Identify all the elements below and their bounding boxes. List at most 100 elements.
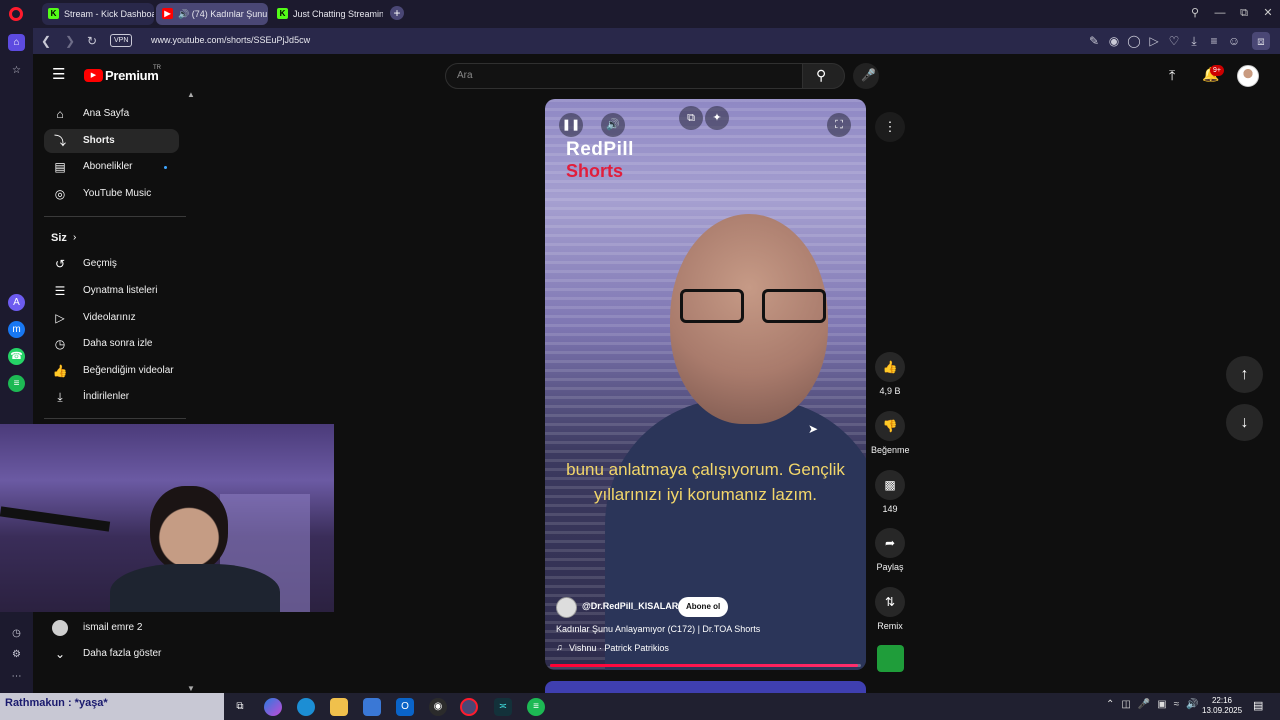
logo-country-code: TR [153, 65, 161, 71]
sidebar-item-playlists[interactable]: ☰ Oynatma listeleri [44, 279, 179, 303]
settings-icon[interactable]: ⚙ [8, 646, 25, 663]
more-options-icon[interactable]: ⋮ [875, 112, 905, 142]
sidebar-item-subscriptions[interactable]: ▤ Abonelikler [44, 155, 179, 179]
opera-taskbar-icon[interactable] [460, 698, 478, 716]
reload-icon[interactable]: ↻ [83, 32, 101, 50]
pause-button[interactable]: ❚❚ [559, 113, 583, 137]
forward-icon[interactable]: ❯ [61, 32, 79, 50]
vpn-badge[interactable]: VPN [110, 34, 133, 47]
minimize-icon[interactable]: — [1210, 4, 1230, 22]
upload-icon[interactable]: ⤒ [1169, 67, 1175, 84]
watch-later-icon: ◷ [54, 337, 66, 351]
back-icon[interactable]: ❮ [37, 32, 55, 50]
next-short-preview[interactable] [545, 681, 866, 693]
miniplayer-button[interactable]: ⧉ [679, 106, 703, 130]
sidebar-item-liked-videos[interactable]: 👍 Beğendiğim videolar [44, 359, 179, 383]
history-clock-icon[interactable]: ◷ [8, 625, 25, 642]
sidebar-show-more[interactable]: ⌄ Daha fazla göster [44, 642, 179, 666]
sidebar-scroll-up-icon[interactable]: ▲ [187, 90, 195, 99]
chat-message: Rathmakun : *yaşa* [5, 697, 108, 709]
outlook-icon[interactable]: O [396, 698, 414, 716]
copilot-icon[interactable] [264, 698, 282, 716]
messenger-icon[interactable]: m [8, 321, 25, 338]
thumbs-up-icon: 👍 [875, 352, 905, 382]
youtube-music-icon: ◎ [54, 187, 66, 201]
next-short-button[interactable]: ↓ [1226, 404, 1263, 441]
voice-search-button[interactable]: 🎤 [853, 63, 879, 89]
task-view-icon[interactable]: ⧉ [231, 698, 249, 716]
sidebar-item-your-videos[interactable]: ▷ Videolarınız [44, 306, 179, 330]
camera-icon[interactable]: ◉ [1105, 32, 1123, 50]
tab-kick-dashboard[interactable]: K Stream - Kick Dashboard [42, 3, 154, 25]
spotify-taskbar-icon[interactable]: ≡ [527, 698, 545, 716]
sidebar-you-header[interactable]: Siz › [44, 226, 179, 250]
channel-avatar[interactable] [556, 597, 577, 618]
tab-just-chatting[interactable]: K Just Chatting Streaming - [271, 3, 383, 25]
volume-button[interactable]: 🔊 [601, 113, 625, 137]
subscribe-button[interactable]: Abone ol [678, 597, 729, 617]
file-explorer-icon[interactable] [330, 698, 348, 716]
url-field[interactable]: VPN www.youtube.com/shorts/SSEuPjJd5cw [110, 31, 1203, 51]
short-video-player[interactable]: RedPill Shorts ❚❚ 🔊 ⧉ ✦ ⛶ bunu anlatmaya… [545, 99, 866, 670]
comments-button[interactable]: ▩ 149 [871, 470, 909, 514]
edit-icon[interactable]: ✎ [1085, 32, 1103, 50]
search-input[interactable]: Ara [445, 63, 803, 89]
notification-center-icon[interactable]: ▤ [1253, 699, 1263, 712]
short-title[interactable]: Kadınlar Şunu Anlayamıyor (C172) | Dr.TO… [556, 624, 760, 634]
heart-icon[interactable]: ♡ [1165, 32, 1183, 50]
ai-sparkle-button[interactable]: ✦ [705, 106, 729, 130]
home-icon[interactable]: ⌂ [8, 34, 25, 51]
opera-logo-icon[interactable] [9, 7, 23, 21]
play-icon[interactable]: ▷ [1145, 32, 1163, 50]
spotify-icon[interactable]: ≡ [8, 375, 25, 392]
url-text: www.youtube.com/shorts/SSEuPjJd5cw [151, 35, 311, 45]
share-button[interactable]: ➦ Paylaş [871, 528, 909, 572]
shield-icon[interactable]: ◯ [1125, 32, 1143, 50]
remix-icon: ⇅ [875, 587, 905, 617]
edge-icon[interactable] [297, 698, 315, 716]
sidebar-item-youtube-music[interactable]: ◎ YouTube Music [44, 182, 179, 206]
tab-youtube-short[interactable]: ▶ 🔊 (74) Kadınlar Şunu Ar [156, 3, 268, 25]
sound-thumbnail[interactable] [877, 645, 904, 672]
subscriptions-icon: ▤ [54, 160, 66, 174]
extensions-icon[interactable]: ⧈ [1252, 32, 1270, 50]
app-icon[interactable]: ≍ [494, 698, 512, 716]
music-track[interactable]: Vishnu · Patrick Patrikios [569, 643, 669, 653]
address-bar: ❮ ❯ ↻ VPN www.youtube.com/shorts/SSEuPjJ… [33, 28, 1280, 54]
sidebar-item-history[interactable]: ↺ Geçmiş [44, 252, 179, 276]
system-tray-icons[interactable]: ⌃◫🎤▣≈🔊 [1106, 699, 1206, 710]
kick-icon: K [48, 8, 59, 19]
like-button[interactable]: 👍 4,9 B [871, 352, 909, 396]
thumbs-down-icon: 👎 [875, 411, 905, 441]
sidebar-item-watch-later[interactable]: ◷ Daha sonra izle [44, 332, 179, 356]
obs-icon[interactable]: ◉ [429, 698, 447, 716]
channel-name[interactable]: @Dr.RedPill_KISALAR [582, 601, 678, 611]
more-icon[interactable]: ⋯ [8, 668, 25, 685]
maximize-icon[interactable]: ⧉ [1234, 4, 1254, 22]
search-placeholder: Ara [457, 70, 473, 81]
search-tabs-icon[interactable]: ⚲ [1185, 4, 1205, 22]
sidebar-item-home[interactable]: ⌂ Ana Sayfa [44, 102, 179, 126]
new-tab-button[interactable]: + [390, 6, 404, 20]
dislike-button[interactable]: 👎 Beğenme [871, 411, 910, 455]
star-icon[interactable]: ☆ [8, 62, 25, 79]
hamburger-menu-icon[interactable]: ☰ [52, 67, 68, 83]
menu-icon[interactable]: ≡ [1205, 32, 1223, 50]
download-icon[interactable]: ⤓ [1185, 32, 1203, 50]
close-icon[interactable]: ✕ [1258, 4, 1278, 22]
remix-button[interactable]: ⇅ Remix [871, 587, 909, 631]
previous-short-button[interactable]: ↑ [1226, 356, 1263, 393]
store-icon[interactable] [363, 698, 381, 716]
sidebar-item-shorts[interactable]: ⤵ Shorts [44, 129, 179, 153]
avatar[interactable] [1237, 65, 1259, 87]
search-button[interactable]: ⚲ [802, 63, 845, 89]
clock[interactable]: 22:16 13.09.2025 [1202, 696, 1242, 716]
sidebar-scroll-down-icon[interactable]: ▼ [187, 684, 195, 693]
progress-track[interactable] [550, 664, 861, 667]
fullscreen-button[interactable]: ⛶ [827, 113, 851, 137]
whatsapp-icon[interactable]: ☎ [8, 348, 25, 365]
account-icon[interactable]: ☺ [1225, 32, 1243, 50]
aria-icon[interactable]: A [8, 294, 25, 311]
sidebar-item-downloads[interactable]: ⤓ İndirilenler [44, 385, 179, 409]
sidebar-item-subscription-channel[interactable]: ismail emre 2 [44, 616, 179, 640]
